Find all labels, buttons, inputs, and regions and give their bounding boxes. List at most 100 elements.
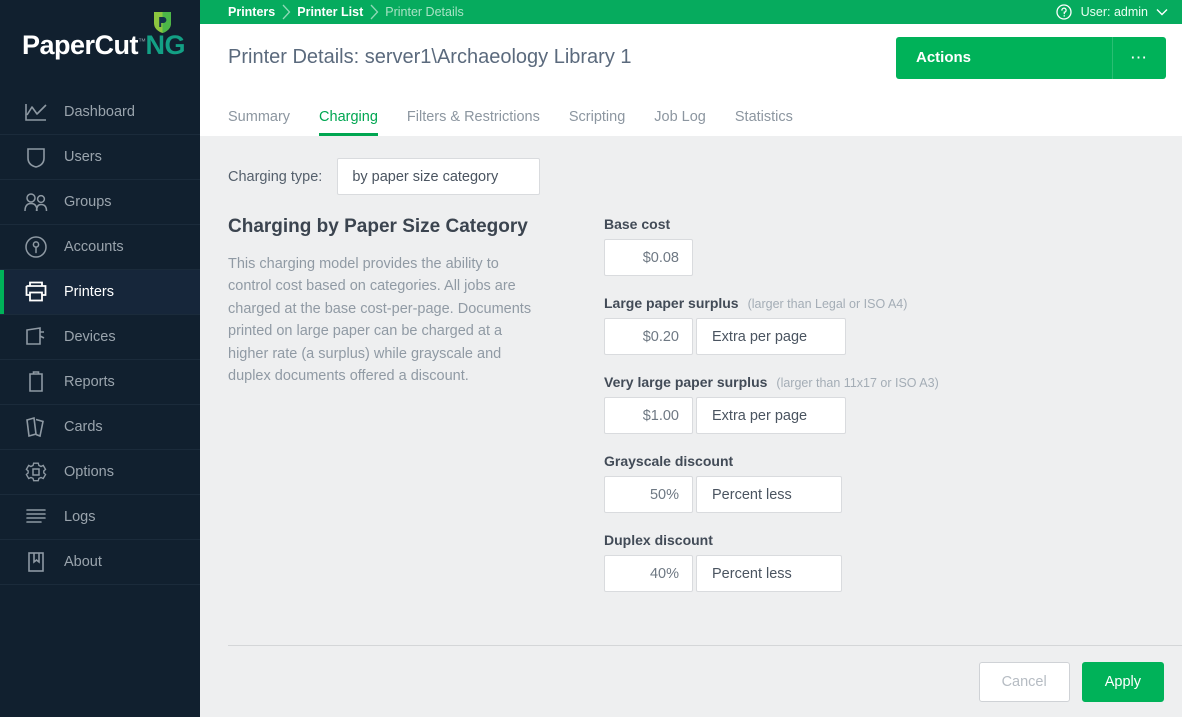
lines-icon	[22, 503, 50, 531]
breadcrumb-separator-icon	[275, 0, 297, 24]
sidebar-item-cards[interactable]: Cards	[0, 405, 200, 450]
sidebar-item-accounts[interactable]: Accounts	[0, 225, 200, 270]
sidebar-item-options[interactable]: Options	[0, 450, 200, 495]
field-duplex-discount: Duplex discount 40% Percent less	[604, 532, 1154, 592]
field-label: Grayscale discount	[604, 453, 734, 469]
sidebar-item-printers[interactable]: Printers	[0, 270, 200, 315]
charging-type-select[interactable]: by paper size category	[337, 158, 541, 195]
sidebar-item-label: Reports	[64, 374, 115, 390]
tab-bar: Summary Charging Filters & Restrictions …	[200, 91, 1182, 136]
charging-type-label: Charging type:	[228, 168, 323, 185]
tab-charging[interactable]: Charging	[319, 109, 378, 136]
base-cost-input[interactable]: $0.08	[604, 239, 693, 276]
tab-summary[interactable]: Summary	[228, 109, 290, 136]
brand-logo-text: PaperCut™NG	[22, 29, 186, 60]
field-label-row: Base cost	[604, 216, 1154, 232]
sidebar-item-reports[interactable]: Reports	[0, 360, 200, 405]
sidebar-item-label: Options	[64, 464, 114, 480]
main-area: Printers Printer List Printer Details Us…	[200, 0, 1182, 717]
device-icon	[22, 323, 50, 351]
sidebar-item-label: Dashboard	[64, 104, 135, 120]
breadcrumb-item-printers[interactable]: Printers	[228, 5, 275, 19]
leaf-icon	[152, 10, 173, 34]
user-menu-label[interactable]: User: admin	[1081, 5, 1148, 19]
sidebar-item-label: Groups	[64, 194, 112, 210]
chart-line-icon	[22, 98, 50, 126]
breadcrumb-separator-icon	[363, 0, 385, 24]
brand-logo[interactable]: PaperCut™NG	[0, 0, 200, 90]
actions-button-label: Actions	[916, 49, 972, 66]
tab-statistics[interactable]: Statistics	[735, 109, 793, 136]
people-group-icon	[22, 188, 50, 216]
duplex-discount-input[interactable]: 40%	[604, 555, 693, 592]
field-label-row: Duplex discount	[604, 532, 1154, 548]
sidebar-item-groups[interactable]: Groups	[0, 180, 200, 225]
apply-button[interactable]: Apply	[1081, 661, 1164, 702]
field-hint: (larger than Legal or ISO A4)	[747, 297, 908, 311]
page-title: Printer Details: server1\Archaeology Lib…	[228, 46, 632, 68]
field-very-large-paper-surplus: Very large paper surplus (larger than 11…	[604, 374, 1154, 434]
sidebar-item-users[interactable]: Users	[0, 135, 200, 180]
charging-type-value: by paper size category	[352, 168, 499, 185]
chevron-down-icon[interactable]	[1156, 8, 1168, 16]
field-grayscale-discount: Grayscale discount 50% Percent less	[604, 453, 1154, 513]
brand-trademark: ™	[138, 36, 146, 46]
field-inputs: $1.00 Extra per page	[604, 397, 1154, 434]
sidebar: PaperCut™NG Dashboard Users Groups Accou…	[0, 0, 200, 717]
sidebar-item-label: Logs	[64, 509, 96, 525]
brand-name-main: PaperCut	[22, 29, 139, 60]
top-bar: Printers Printer List Printer Details Us…	[200, 0, 1182, 24]
content-area: Charging type: by paper size category Ch…	[200, 136, 1182, 717]
cancel-button[interactable]: Cancel	[978, 661, 1070, 702]
section-title: Charging by Paper Size Category	[228, 216, 528, 237]
tab-filters-restrictions[interactable]: Filters & Restrictions	[407, 109, 540, 136]
ellipsis-icon[interactable]: ⋯	[1112, 36, 1166, 79]
tab-job-log[interactable]: Job Log	[654, 109, 706, 136]
field-label: Very large paper surplus	[604, 374, 768, 390]
top-bar-right: User: admin	[1055, 4, 1168, 20]
very-large-paper-surplus-input[interactable]: $1.00	[604, 397, 693, 434]
sidebar-item-dashboard[interactable]: Dashboard	[0, 90, 200, 135]
grayscale-discount-unit-select[interactable]: Percent less	[696, 476, 842, 513]
clipboard-icon	[22, 368, 50, 396]
grayscale-discount-input[interactable]: 50%	[604, 476, 693, 513]
charging-type-row: Charging type: by paper size category	[228, 158, 1154, 195]
sidebar-item-label: About	[64, 554, 102, 570]
cards-icon	[22, 413, 50, 441]
section-description: This charging model provides the ability…	[228, 256, 532, 385]
breadcrumb: Printers Printer List Printer Details	[228, 0, 464, 24]
sidebar-item-logs[interactable]: Logs	[0, 495, 200, 540]
bookmark-book-icon	[22, 548, 50, 576]
sidebar-item-label: Devices	[64, 329, 116, 345]
field-inputs: $0.08	[604, 239, 1154, 276]
actions-button[interactable]: Actions ⋯	[896, 36, 1166, 79]
field-label-row: Very large paper surplus (larger than 11…	[604, 374, 1154, 390]
charging-fields-column: Base cost $0.08 Large paper surplus (lar…	[588, 216, 1154, 611]
tab-scripting[interactable]: Scripting	[569, 109, 625, 136]
field-label-row: Grayscale discount	[604, 453, 1154, 469]
large-paper-surplus-input[interactable]: $0.20	[604, 318, 693, 355]
field-label-row: Large paper surplus (larger than Legal o…	[604, 295, 1154, 311]
very-large-paper-surplus-unit-select[interactable]: Extra per page	[696, 397, 846, 434]
help-circle-icon[interactable]	[1055, 4, 1072, 20]
app-root: PaperCut™NG Dashboard Users Groups Accou…	[0, 0, 1182, 717]
sidebar-item-devices[interactable]: Devices	[0, 315, 200, 360]
field-label: Base cost	[604, 216, 671, 232]
sidebar-item-label: Accounts	[64, 239, 124, 255]
field-inputs: 50% Percent less	[604, 476, 1154, 513]
field-base-cost: Base cost $0.08	[604, 216, 1154, 276]
sidebar-item-label: Printers	[64, 284, 114, 300]
charging-description-column: Charging by Paper Size Category This cha…	[228, 216, 588, 611]
gear-icon	[22, 458, 50, 486]
charging-columns: Charging by Paper Size Category This cha…	[228, 216, 1154, 611]
duplex-discount-unit-select[interactable]: Percent less	[696, 555, 842, 592]
breadcrumb-item-printer-details: Printer Details	[385, 5, 464, 19]
breadcrumb-item-printer-list[interactable]: Printer List	[297, 5, 363, 19]
field-label: Duplex discount	[604, 532, 713, 548]
shield-user-icon	[22, 143, 50, 171]
sidebar-item-label: Users	[64, 149, 102, 165]
field-inputs: 40% Percent less	[604, 555, 1154, 592]
large-paper-surplus-unit-select[interactable]: Extra per page	[696, 318, 846, 355]
field-inputs: $0.20 Extra per page	[604, 318, 1154, 355]
sidebar-item-about[interactable]: About	[0, 540, 200, 585]
